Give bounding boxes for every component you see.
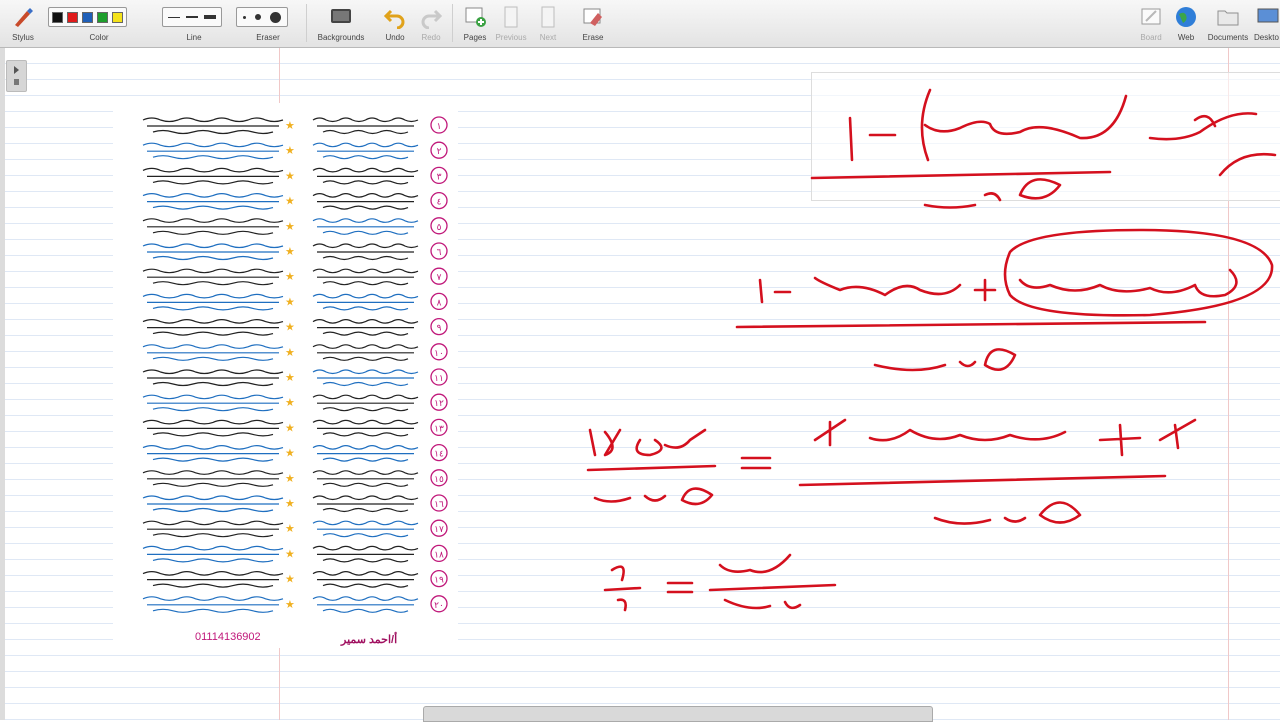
- ink-stroke: [873, 348, 1017, 372]
- ink-stroke: [735, 320, 1207, 329]
- handwriting-layer: [586, 88, 1277, 612]
- ink-stroke: [603, 565, 642, 612]
- ink-stroke: [810, 170, 1112, 180]
- ink-stroke: [1148, 112, 1258, 141]
- ink-stroke: [933, 501, 1082, 525]
- ink-stroke: [813, 276, 962, 297]
- ink-stroke: [923, 178, 1062, 209]
- ink-stroke: [718, 553, 792, 574]
- ink-stroke: [758, 278, 792, 304]
- ink-stroke: [663, 428, 707, 449]
- ink-stroke: [868, 428, 1067, 442]
- ink-stroke: [848, 116, 897, 162]
- ink-stroke: [593, 487, 714, 506]
- ink-stroke: [1018, 268, 1238, 298]
- ink-stroke: [798, 474, 1167, 487]
- ink-stroke: [1098, 418, 1197, 457]
- ink-stroke: [708, 583, 837, 592]
- ink-stroke: [1218, 152, 1277, 177]
- ink-stroke: [588, 428, 663, 457]
- ink-stroke: [586, 464, 717, 472]
- ink-stroke: [973, 278, 997, 302]
- ink-stroke: [666, 581, 694, 594]
- ink-stroke: [923, 94, 1128, 140]
- ink-stroke: [723, 598, 802, 610]
- ink-stroke: [813, 418, 847, 447]
- ink-stroke: [740, 456, 772, 470]
